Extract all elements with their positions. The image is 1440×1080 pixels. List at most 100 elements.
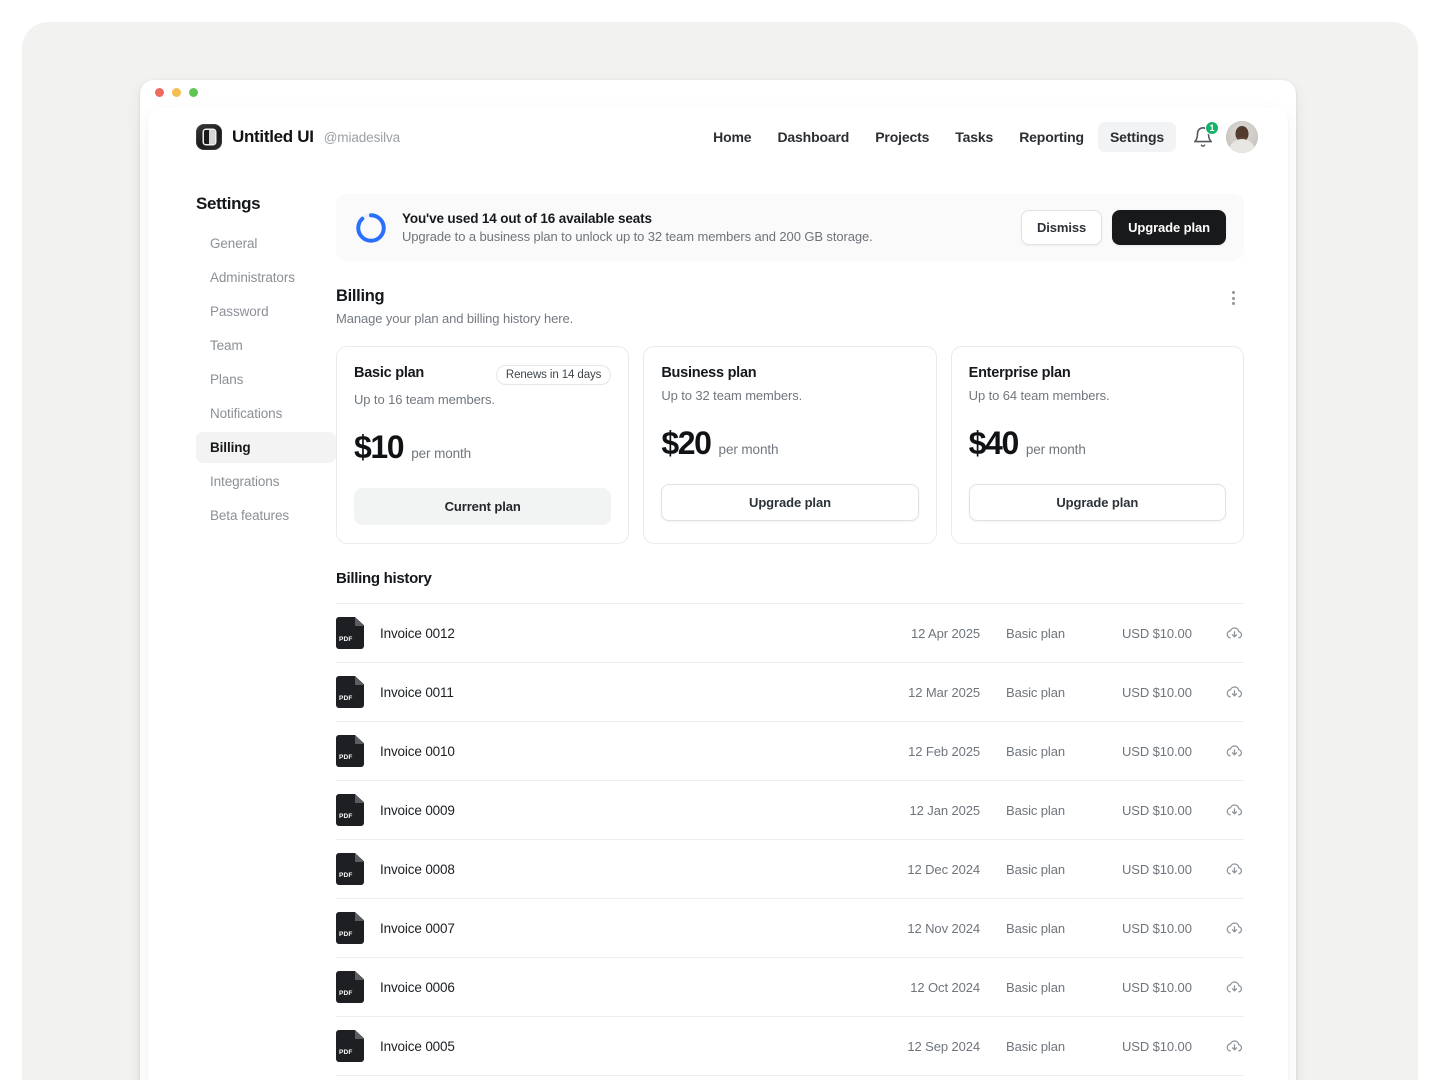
invoice-amount: USD $10.00	[1122, 684, 1192, 700]
invoice-date: 12 Dec 2024	[907, 861, 980, 877]
sidebar-item-integrations[interactable]: Integrations	[196, 466, 336, 497]
pdf-file-icon: PDF	[336, 676, 364, 708]
nav-right-cluster: 1	[1192, 121, 1258, 153]
sidebar-item-team[interactable]: Team	[196, 330, 336, 361]
download-invoice-button[interactable]	[1210, 801, 1244, 820]
brand[interactable]: Untitled UI @miadesilva	[196, 124, 400, 150]
nav-link-settings[interactable]: Settings	[1097, 122, 1176, 152]
screenshot-stage: Untitled UI @miadesilva Home Dashboard P…	[0, 0, 1440, 1080]
banner-upgrade-plan-button[interactable]: Upgrade plan	[1112, 210, 1226, 245]
plan-price-row: $10 per month	[354, 429, 611, 466]
sidebar-item-beta-features[interactable]: Beta features	[196, 500, 336, 531]
plan-members: Up to 64 team members.	[968, 388, 1110, 403]
plan-card-header: Business plan	[661, 365, 918, 381]
invoice-amount: USD $10.00	[1122, 625, 1192, 641]
plan-name: Enterprise plan	[968, 365, 1071, 381]
table-row[interactable]: PDF Invoice 0010 12 Feb 2025 Basic plan …	[336, 722, 1244, 781]
download-invoice-button[interactable]	[1210, 978, 1244, 997]
nav-link-dashboard[interactable]: Dashboard	[765, 122, 861, 152]
sidebar-item-general[interactable]: General	[196, 228, 336, 259]
invoice-date: 12 Oct 2024	[910, 979, 980, 995]
settings-sidebar: Settings General Administrators Password…	[148, 194, 336, 1076]
download-invoice-button[interactable]	[1210, 860, 1244, 879]
banner-actions: Dismiss Upgrade plan	[1020, 210, 1226, 245]
invoice-date: 12 Apr 2025	[910, 625, 980, 641]
download-invoice-button[interactable]	[1210, 624, 1244, 643]
top-navigation-bar: Untitled UI @miadesilva Home Dashboard P…	[148, 108, 1288, 166]
sidebar-item-notifications[interactable]: Notifications	[196, 398, 336, 429]
billing-title: Billing	[336, 287, 385, 305]
invoice-plan: Basic plan	[1006, 979, 1065, 995]
nav-link-home[interactable]: Home	[701, 122, 763, 152]
plan-members: Up to 16 team members.	[354, 392, 495, 407]
sidebar-item-plans[interactable]: Plans	[196, 364, 336, 395]
invoice-name: Invoice 0006	[380, 979, 455, 995]
pdf-file-label: PDF	[339, 813, 353, 820]
plan-card-enterprise: Enterprise plan Up to 64 team members. $…	[950, 346, 1244, 544]
invoice-plan: Basic plan	[1006, 802, 1065, 818]
invoice-date: 12 Feb 2025	[908, 743, 980, 759]
cloud-download-icon	[1226, 1039, 1243, 1051]
invoice-name: Invoice 0010	[380, 743, 455, 759]
cloud-download-icon	[1226, 862, 1243, 874]
invoice-name: Invoice 0008	[380, 861, 455, 877]
invoice-plan: Basic plan	[1006, 1038, 1065, 1054]
maximize-window-button[interactable]	[189, 88, 198, 97]
invoice-amount: USD $10.00	[1122, 802, 1192, 818]
table-row[interactable]: PDF Invoice 0005 12 Sep 2024 Basic plan …	[336, 1017, 1244, 1076]
plan-period: per month	[411, 446, 472, 461]
invoice-plan: Basic plan	[1006, 743, 1065, 759]
invoice-date: 12 Sep 2024	[907, 1038, 980, 1054]
download-invoice-button[interactable]	[1210, 1037, 1244, 1056]
plan-price: $20	[661, 425, 712, 461]
plan-period: per month	[1025, 442, 1086, 457]
pdf-file-icon: PDF	[336, 1030, 364, 1062]
cloud-download-icon	[1226, 921, 1243, 933]
banner-subtitle: Upgrade to a business plan to unlock up …	[402, 229, 873, 244]
upgrade-enterprise-plan-button[interactable]: Upgrade plan	[968, 484, 1226, 521]
pdf-file-label: PDF	[339, 931, 353, 938]
pdf-file-label: PDF	[339, 872, 353, 879]
table-row[interactable]: PDF Invoice 0011 12 Mar 2025 Basic plan …	[336, 663, 1244, 722]
current-plan-button[interactable]: Current plan	[354, 488, 612, 525]
nav-link-reporting[interactable]: Reporting	[1007, 122, 1096, 152]
table-row[interactable]: PDF Invoice 0012 12 Apr 2025 Basic plan …	[336, 604, 1244, 663]
plan-price-row: $40 per month	[969, 425, 1226, 462]
plan-name: Business plan	[661, 365, 757, 381]
invoice-amount: USD $10.00	[1122, 979, 1192, 995]
plan-card-header: Basic plan Renews in 14 days	[354, 365, 612, 385]
download-invoice-button[interactable]	[1210, 683, 1244, 702]
billing-subtitle: Manage your plan and billing history her…	[336, 311, 574, 326]
dismiss-button[interactable]: Dismiss	[1020, 210, 1103, 245]
nav-link-projects[interactable]: Projects	[863, 122, 941, 152]
sidebar-item-billing[interactable]: Billing	[196, 432, 336, 463]
plan-card-header: Enterprise plan	[969, 365, 1226, 381]
nav-link-tasks[interactable]: Tasks	[943, 122, 1005, 152]
download-invoice-button[interactable]	[1210, 919, 1244, 938]
plan-card-business: Business plan Up to 32 team members. $20…	[643, 346, 937, 544]
pdf-file-label: PDF	[339, 695, 353, 702]
upgrade-business-plan-button[interactable]: Upgrade plan	[661, 484, 919, 521]
more-vertical-icon[interactable]	[1222, 287, 1244, 309]
minimize-window-button[interactable]	[172, 88, 181, 97]
invoice-amount: USD $10.00	[1122, 743, 1192, 759]
notifications-button[interactable]: 1	[1192, 121, 1219, 148]
close-window-button[interactable]	[155, 88, 164, 97]
table-row[interactable]: PDF Invoice 0008 12 Dec 2024 Basic plan …	[336, 840, 1244, 899]
table-row[interactable]: PDF Invoice 0006 12 Oct 2024 Basic plan …	[336, 958, 1244, 1017]
invoice-plan: Basic plan	[1006, 861, 1065, 877]
pdf-file-icon: PDF	[336, 617, 364, 649]
page-content: Settings General Administrators Password…	[148, 166, 1288, 1076]
invoice-date: 12 Nov 2024	[907, 920, 980, 936]
sidebar-item-password[interactable]: Password	[196, 296, 336, 327]
window-traffic-lights	[155, 88, 198, 97]
table-row[interactable]: PDF Invoice 0009 12 Jan 2025 Basic plan …	[336, 781, 1244, 840]
avatar[interactable]	[1226, 121, 1258, 153]
plan-price: $40	[968, 425, 1020, 461]
invoice-name: Invoice 0007	[380, 920, 455, 936]
sidebar-item-administrators[interactable]: Administrators	[196, 262, 336, 293]
download-invoice-button[interactable]	[1210, 742, 1244, 761]
table-row[interactable]: PDF Invoice 0007 12 Nov 2024 Basic plan …	[336, 899, 1244, 958]
plan-price: $10	[354, 429, 405, 465]
plan-cards: Basic plan Renews in 14 days Up to 16 te…	[336, 346, 1244, 544]
